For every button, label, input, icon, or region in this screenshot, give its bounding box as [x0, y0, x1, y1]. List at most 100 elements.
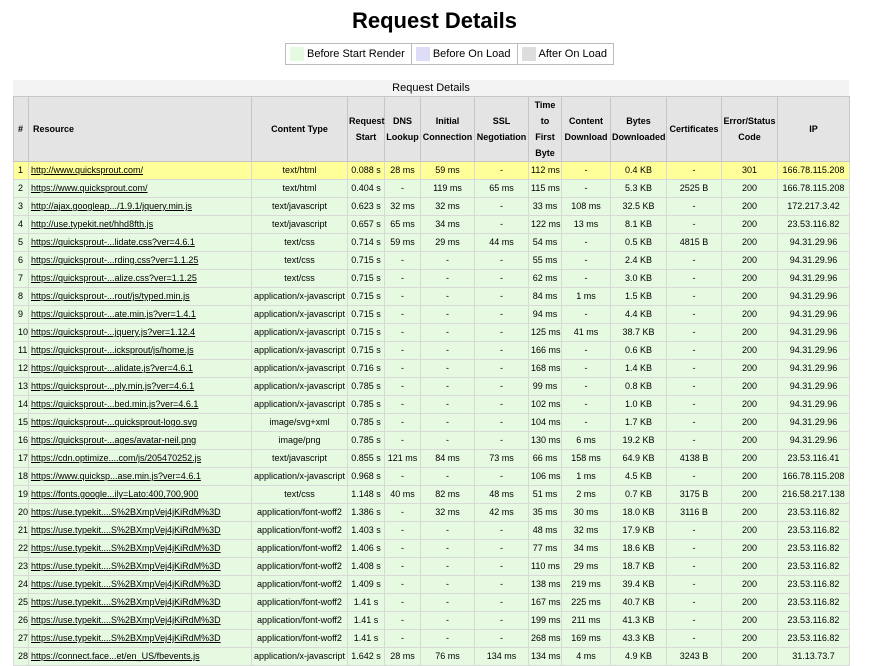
ip-address: 94.31.29.96: [777, 323, 850, 342]
resource-link[interactable]: https://www.quicksp...ase.min.js?ver=4.6…: [31, 471, 201, 481]
resource-cell: https://quicksprout-...ages/avatar-neil.…: [28, 431, 252, 450]
content-type: application/font-woff2: [251, 611, 348, 630]
content-download: 32 ms: [561, 521, 611, 540]
initial-connection: -: [420, 413, 475, 432]
resource-link[interactable]: http://ajax.googleap.../1.9.1/jquery.min…: [31, 201, 192, 211]
content-type: application/font-woff2: [251, 629, 348, 648]
initial-connection: -: [420, 395, 475, 414]
bytes-downloaded: 0.4 KB: [610, 161, 667, 180]
dns-lookup: 121 ms: [384, 449, 421, 468]
resource-link[interactable]: https://www.quicksprout.com/: [31, 183, 148, 193]
resource-link[interactable]: https://use.typekit....S%2BXmpVej4jKiRdM…: [31, 507, 221, 517]
table-row: 9 https://quicksprout-...ate.min.js?ver=1…: [13, 305, 850, 324]
status-code: 200: [721, 485, 778, 504]
resource-link[interactable]: https://quicksprout-...ate.min.js?ver=1.…: [31, 309, 196, 319]
resource-link[interactable]: https://quicksprout-...quicksprout-logo.…: [31, 417, 197, 427]
content-type: text/javascript: [251, 197, 348, 216]
initial-connection: 84 ms: [420, 449, 475, 468]
resource-link[interactable]: https://use.typekit....S%2BXmpVej4jKiRdM…: [31, 579, 221, 589]
ttfb: 168 ms: [528, 359, 562, 378]
table-row: 7 https://quicksprout-...alize.css?ver=1.…: [13, 269, 850, 288]
resource-link[interactable]: https://quicksprout-...jquery.js?ver=1.1…: [31, 327, 195, 337]
resource-link[interactable]: http://use.typekit.net/hhd8fth.js: [31, 219, 153, 229]
bytes-downloaded: 2.4 KB: [610, 251, 667, 270]
ssl-negotiation: -: [474, 161, 529, 180]
resource-link[interactable]: https://use.typekit....S%2BXmpVej4jKiRdM…: [31, 525, 221, 535]
resource-link[interactable]: https://quicksprout-...alidate.js?ver=4.…: [31, 363, 193, 373]
request-start: 1.148 s: [347, 485, 385, 504]
resource-cell: https://quicksprout-...bed.min.js?ver=4.…: [28, 395, 252, 414]
status-code: 200: [721, 287, 778, 306]
dns-lookup: 28 ms: [384, 647, 421, 666]
row-index: 19: [13, 485, 29, 504]
resource-link[interactable]: https://cdn.optimize....com/js/205470252…: [31, 453, 201, 463]
ssl-negotiation: -: [474, 413, 529, 432]
resource-link[interactable]: https://use.typekit....S%2BXmpVej4jKiRdM…: [31, 633, 221, 643]
resource-link[interactable]: https://quicksprout-...rding.css?ver=1.1…: [31, 255, 198, 265]
status-code: 200: [721, 197, 778, 216]
request-start: 0.715 s: [347, 305, 385, 324]
resource-cell: https://quicksprout-...rding.css?ver=1.1…: [28, 251, 252, 270]
initial-connection: -: [420, 539, 475, 558]
initial-connection: -: [420, 575, 475, 594]
request-start: 1.408 s: [347, 557, 385, 576]
resource-link[interactable]: https://quicksprout-...alize.css?ver=1.1…: [31, 273, 197, 283]
row-index: 8: [13, 287, 29, 306]
ttfb: 77 ms: [528, 539, 562, 558]
initial-connection: -: [420, 305, 475, 324]
resource-cell: https://quicksprout-...ply.min.js?ver=4.…: [28, 377, 252, 396]
content-download: 108 ms: [561, 197, 611, 216]
column-header-ip: IP: [777, 96, 850, 162]
ssl-negotiation: 48 ms: [474, 485, 529, 504]
resource-link[interactable]: https://use.typekit....S%2BXmpVej4jKiRdM…: [31, 561, 221, 571]
resource-link[interactable]: https://quicksprout-...ages/avatar-neil.…: [31, 435, 196, 445]
status-code: 200: [721, 539, 778, 558]
resource-cell: https://quicksprout-...quicksprout-logo.…: [28, 413, 252, 432]
content-download: 29 ms: [561, 557, 611, 576]
ttfb: 51 ms: [528, 485, 562, 504]
certificates: 3175 B: [666, 485, 722, 504]
dns-lookup: -: [384, 323, 421, 342]
resource-link[interactable]: https://use.typekit....S%2BXmpVej4jKiRdM…: [31, 597, 221, 607]
column-header-initial-connection: Initial Connection: [420, 96, 475, 162]
content-type: application/x-javascript: [251, 467, 348, 486]
dns-lookup: -: [384, 521, 421, 540]
ip-address: 94.31.29.96: [777, 251, 850, 270]
legend-label: After On Load: [538, 48, 608, 60]
status-code: 200: [721, 449, 778, 468]
dns-lookup: -: [384, 287, 421, 306]
dns-lookup: -: [384, 413, 421, 432]
ttfb: 55 ms: [528, 251, 562, 270]
resource-cell: https://quicksprout-...ate.min.js?ver=1.…: [28, 305, 252, 324]
certificates: -: [666, 287, 722, 306]
status-code: 200: [721, 521, 778, 540]
status-code: 200: [721, 647, 778, 666]
resource-link[interactable]: https://connect.face...et/en_US/fbevents…: [31, 651, 200, 661]
table-row: 3 http://ajax.googleap.../1.9.1/jquery.mi…: [13, 197, 850, 216]
table-row: 1 http://www.quicksprout.com/text/html 0.0…: [13, 161, 850, 180]
resource-link[interactable]: https://quicksprout-...ply.min.js?ver=4.…: [31, 381, 194, 391]
resource-link[interactable]: https://use.typekit....S%2BXmpVej4jKiRdM…: [31, 615, 221, 625]
initial-connection: -: [420, 593, 475, 612]
resource-link[interactable]: https://quicksprout-...icksprout/js/home…: [31, 345, 194, 355]
resource-link[interactable]: https://quicksprout-...bed.min.js?ver=4.…: [31, 399, 198, 409]
ttfb: 125 ms: [528, 323, 562, 342]
ssl-negotiation: -: [474, 323, 529, 342]
resource-link[interactable]: https://quicksprout-...rout/js/typed.min…: [31, 291, 190, 301]
content-type: application/x-javascript: [251, 377, 348, 396]
content-download: 34 ms: [561, 539, 611, 558]
column-header-content-type: Content Type: [251, 96, 348, 162]
request-start: 0.715 s: [347, 287, 385, 306]
dns-lookup: -: [384, 557, 421, 576]
resource-link[interactable]: https://fonts.google...ily=Lato:400,700,…: [31, 489, 198, 499]
table-row: 4 http://use.typekit.net/hhd8fth.js text/j…: [13, 215, 850, 234]
certificates: -: [666, 269, 722, 288]
request-start: 0.623 s: [347, 197, 385, 216]
resource-link[interactable]: http://www.quicksprout.com/: [31, 165, 143, 175]
legend-swatch: [521, 47, 536, 61]
resource-link[interactable]: https://quicksprout-...lidate.css?ver=4.…: [31, 237, 195, 247]
resource-link[interactable]: https://use.typekit....S%2BXmpVej4jKiRdM…: [31, 543, 221, 553]
content-type: application/x-javascript: [251, 647, 348, 666]
initial-connection: 76 ms: [420, 647, 475, 666]
status-code: 200: [721, 215, 778, 234]
